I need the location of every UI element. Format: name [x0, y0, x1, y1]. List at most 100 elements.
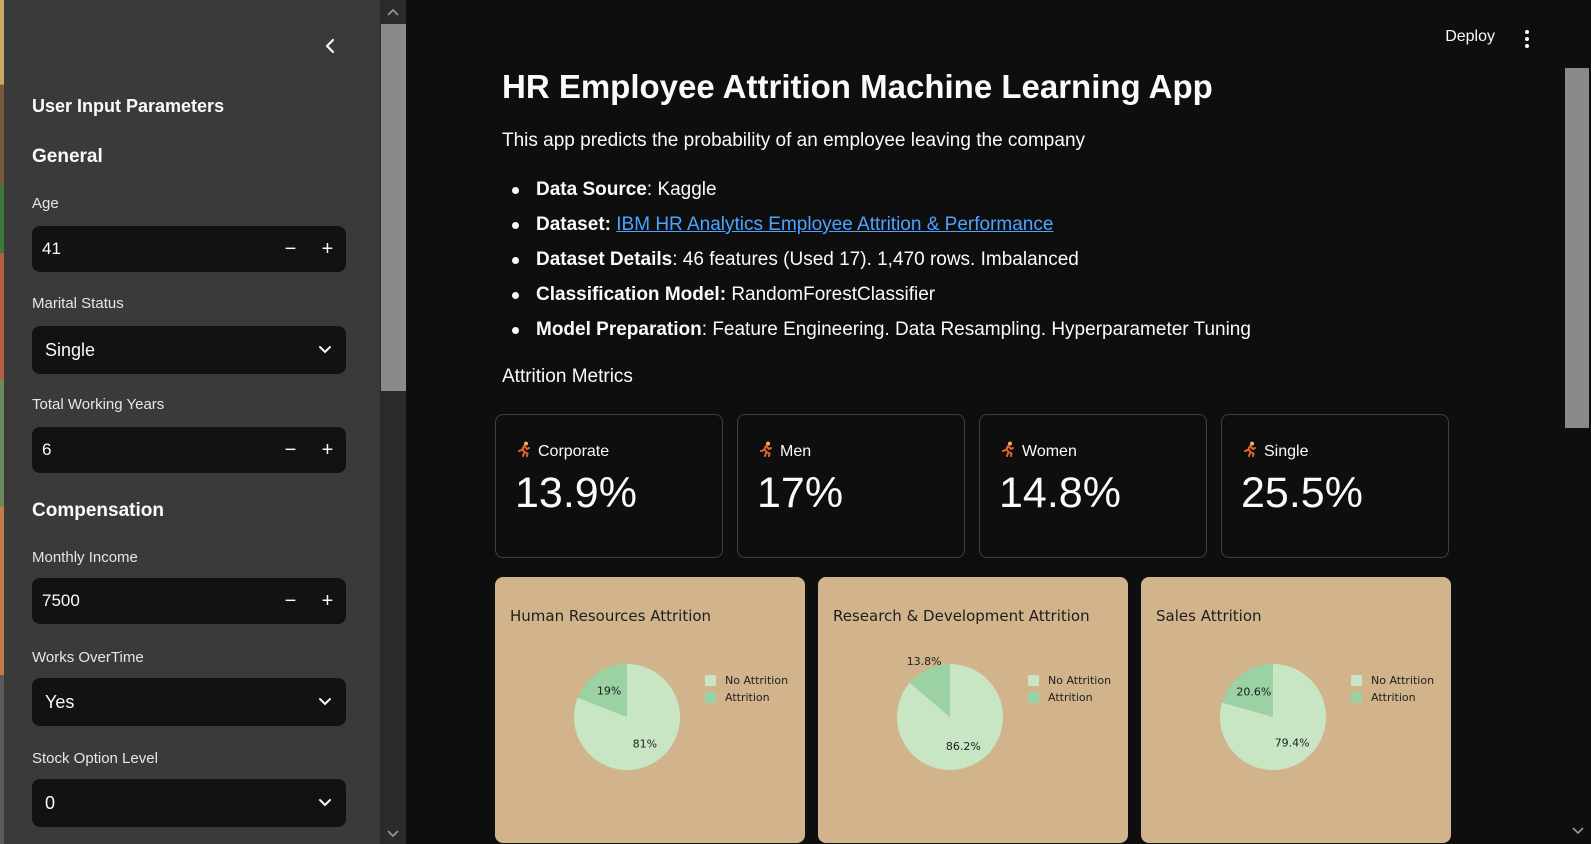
pie-chart: 81% 19%	[574, 664, 680, 770]
pie-chart-card: Research & Development Attrition 86.2% 13.…	[818, 577, 1128, 843]
stock-option-level-label: Stock Option Level	[32, 750, 158, 767]
legend-label: No Attrition	[1048, 674, 1112, 687]
stock-option-level-value: 0	[45, 792, 56, 813]
chevron-down-icon	[319, 698, 331, 706]
legend-swatch	[1351, 675, 1362, 686]
sidebar-title: User Input Parameters	[32, 96, 225, 116]
metric-label: Corporate	[516, 441, 609, 462]
info-key: Dataset Details	[536, 249, 673, 270]
info-key: Model Preparation	[536, 319, 702, 340]
chevron-left-icon	[325, 38, 335, 54]
pie-slice-label: 20.6%	[1236, 686, 1271, 699]
info-list: Data Source: Kaggle Dataset: IBM HR Analy…	[502, 178, 1251, 353]
info-key: Dataset:	[536, 214, 611, 235]
total-working-years-label: Total Working Years	[32, 396, 165, 413]
chart-legend[interactable]: No Attrition Attrition	[1028, 672, 1111, 706]
running-person-icon	[1242, 441, 1258, 462]
legend-item[interactable]: No Attrition	[705, 672, 788, 689]
monthly-income-input[interactable]: 7500 − +	[32, 578, 346, 624]
metric-card: Single 25.5%	[1221, 414, 1449, 558]
monthly-income-value[interactable]: 7500	[32, 591, 272, 611]
pie-slice-label: 79.4%	[1275, 736, 1310, 749]
total-working-years-decrement-button[interactable]: −	[272, 427, 309, 473]
main-content: Deploy HR Employee Attrition Machine Lea…	[406, 0, 1591, 844]
info-value: Kaggle	[657, 179, 717, 200]
works-overtime-label: Works OverTime	[32, 649, 144, 666]
sidebar: User Input Parameters General Age 41 − +…	[4, 0, 380, 844]
section-general: General	[32, 146, 103, 167]
total-working-years-input[interactable]: 6 − +	[32, 427, 346, 473]
running-person-icon	[758, 441, 774, 462]
metric-value: 14.8%	[999, 469, 1121, 517]
page-description: This app predicts the probability of an …	[502, 130, 1086, 151]
chevron-down-icon	[319, 799, 331, 807]
legend-item[interactable]: No Attrition	[1028, 672, 1111, 689]
chart-legend[interactable]: No Attrition Attrition	[1351, 672, 1434, 706]
monthly-income-decrement-button[interactable]: −	[272, 578, 309, 624]
age-increment-button[interactable]: +	[309, 226, 346, 272]
age-decrement-button[interactable]: −	[272, 226, 309, 272]
marital-status-value: Single	[45, 339, 96, 360]
age-value[interactable]: 41	[32, 239, 272, 259]
total-working-years-value[interactable]: 6	[32, 440, 272, 460]
legend-label: Attrition	[1048, 691, 1093, 704]
legend-item[interactable]: No Attrition	[1351, 672, 1434, 689]
legend-label: Attrition	[1371, 691, 1416, 704]
legend-swatch	[705, 675, 716, 686]
pie-chart: 86.2% 13.8%	[897, 655, 1003, 770]
chart-legend[interactable]: No Attrition Attrition	[705, 672, 788, 706]
age-label: Age	[32, 195, 59, 212]
dataset-link[interactable]: IBM HR Analytics Employee Attrition & Pe…	[616, 214, 1053, 235]
metrics-heading: Attrition Metrics	[502, 366, 633, 387]
pie-slice-label: 13.8%	[907, 655, 942, 668]
legend-swatch	[1028, 692, 1039, 703]
metric-value: 25.5%	[1241, 469, 1363, 517]
total-working-years-increment-button[interactable]: +	[309, 427, 346, 473]
info-list-item: Dataset Details: 46 features (Used 17). …	[502, 248, 1251, 283]
metric-label-text: Single	[1264, 442, 1309, 460]
info-key: Classification Model:	[536, 284, 727, 305]
scroll-up-arrow-icon[interactable]	[380, 2, 406, 22]
legend-item[interactable]: Attrition	[1028, 689, 1111, 706]
sidebar-scrollbar-thumb[interactable]	[381, 24, 406, 391]
deploy-button[interactable]: Deploy	[1445, 28, 1495, 46]
legend-item[interactable]: Attrition	[705, 689, 788, 706]
pie-slice-label: 86.2%	[946, 740, 981, 753]
info-value: RandomForestClassifier	[731, 284, 936, 305]
running-person-icon	[516, 441, 532, 462]
pie-slice-label: 81%	[633, 737, 657, 750]
legend-item[interactable]: Attrition	[1351, 689, 1434, 706]
info-value: 46 features (Used 17). 1,470 rows. Imbal…	[682, 249, 1079, 270]
scroll-down-arrow-icon[interactable]	[380, 824, 406, 844]
main-scroll-down-icon[interactable]	[1571, 824, 1585, 838]
main-menu-icon[interactable]	[1517, 28, 1537, 50]
monthly-income-increment-button[interactable]: +	[309, 578, 346, 624]
chevron-down-icon	[319, 346, 331, 354]
marital-status-select[interactable]: Single	[32, 326, 346, 374]
legend-swatch	[705, 692, 716, 703]
age-input[interactable]: 41 − +	[32, 226, 346, 272]
pie-chart: 79.4% 20.6%	[1220, 664, 1326, 770]
stock-option-level-select[interactable]: 0	[32, 779, 346, 827]
works-overtime-select[interactable]: Yes	[32, 678, 346, 726]
info-list-item: Dataset: IBM HR Analytics Employee Attri…	[502, 213, 1251, 248]
pie-chart-card: Human Resources Attrition 81% 19% No Attrit…	[495, 577, 805, 843]
metric-label-text: Corporate	[538, 442, 610, 460]
metric-card: Men 17%	[737, 414, 965, 558]
info-list-item: Data Source: Kaggle	[502, 178, 1251, 213]
metric-card: Women 14.8%	[979, 414, 1207, 558]
metric-label: Single	[1242, 441, 1308, 462]
monthly-income-label: Monthly Income	[32, 549, 138, 566]
legend-swatch	[1028, 675, 1039, 686]
info-list-item: Model Preparation: Feature Engineering. …	[502, 318, 1251, 353]
collapse-sidebar-button[interactable]	[316, 32, 344, 60]
metric-label-text: Men	[780, 442, 812, 460]
pie-slice-label: 19%	[597, 685, 621, 698]
metric-label: Men	[758, 441, 811, 462]
works-overtime-value: Yes	[45, 691, 75, 712]
page-title: HR Employee Attrition Machine Learning A…	[502, 68, 1213, 105]
legend-swatch	[1351, 692, 1362, 703]
main-scrollbar-thumb[interactable]	[1565, 68, 1589, 428]
pie-chart-card: Sales Attrition 79.4% 20.6% No Attrition Att…	[1141, 577, 1451, 843]
metric-value: 13.9%	[515, 469, 637, 517]
